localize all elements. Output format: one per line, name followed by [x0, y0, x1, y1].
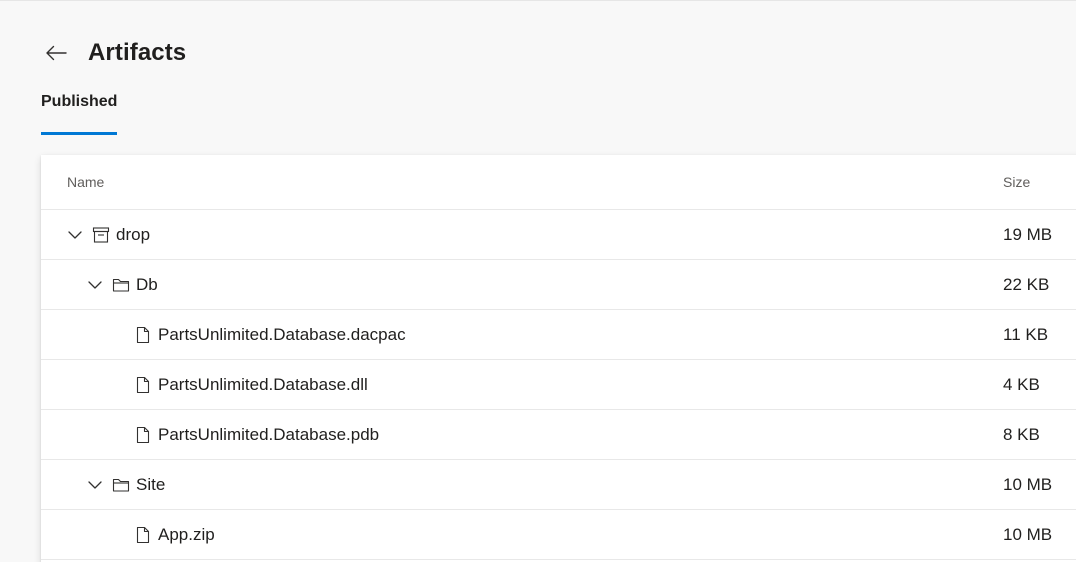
artifacts-page: Artifacts Published Name Size drop 19 MB… [0, 0, 1076, 562]
row-name-cell: PartsUnlimited.Database.dacpac [133, 310, 406, 360]
row-name: Site [136, 475, 166, 494]
row-size: 10 MB [1003, 525, 1053, 544]
table-header: Name Size [41, 155, 1076, 210]
row-name: App.zip [158, 525, 215, 544]
back-button[interactable] [40, 37, 72, 69]
row-name-cell: Db [85, 260, 158, 310]
row-name: PartsUnlimited.Database.dll [158, 375, 368, 394]
chevron-down-icon[interactable] [65, 225, 85, 245]
file-icon [133, 525, 153, 545]
tab-published[interactable]: Published [41, 91, 118, 135]
tab-bar: Published [41, 91, 118, 135]
table-row[interactable]: App.zip 10 MB [41, 510, 1076, 560]
page-title: Artifacts [88, 39, 187, 66]
column-header-name[interactable]: Name [67, 174, 104, 190]
file-icon [133, 325, 153, 345]
row-size: 22 KB [1003, 275, 1050, 294]
table-row[interactable]: drop 19 MB [41, 210, 1076, 260]
row-name-cell: PartsUnlimited.Database.pdb [133, 410, 379, 460]
row-name: drop [116, 225, 151, 244]
chevron-down-icon[interactable] [85, 275, 105, 295]
table-row[interactable]: PartsUnlimited.Database.pdb 8 KB [41, 410, 1076, 460]
row-name-cell: PartsUnlimited.Database.dll [133, 360, 368, 410]
row-name-cell: App.zip [133, 510, 215, 560]
file-icon [133, 375, 153, 395]
table-row[interactable]: Site 10 MB [41, 460, 1076, 510]
page-header: Artifacts [40, 37, 186, 69]
column-header-size[interactable]: Size [1003, 174, 1030, 190]
folder-icon [111, 475, 131, 495]
row-size: 10 MB [1003, 475, 1053, 494]
table-row[interactable]: PartsUnlimited.Database.dacpac 11 KB [41, 310, 1076, 360]
row-name: PartsUnlimited.Database.pdb [158, 425, 380, 444]
file-icon [133, 425, 153, 445]
row-name-cell: Site [85, 460, 165, 510]
row-size: 11 KB [1003, 325, 1049, 344]
row-name-cell: drop [65, 210, 150, 260]
row-size: 19 MB [1003, 225, 1053, 244]
artifacts-table: Name Size drop 19 MB Db 22 KB PartsUnlim… [41, 155, 1076, 562]
folder-icon [111, 275, 131, 295]
row-size: 8 KB [1003, 425, 1040, 444]
artifact-box-icon [91, 225, 111, 245]
chevron-down-icon[interactable] [85, 475, 105, 495]
row-name: Db [136, 275, 158, 294]
table-row[interactable]: Db 22 KB [41, 260, 1076, 310]
row-size: 4 KB [1003, 375, 1040, 394]
row-name: PartsUnlimited.Database.dacpac [158, 325, 406, 344]
arrow-left-icon [46, 45, 67, 61]
table-row[interactable]: PartsUnlimited.Database.dll 4 KB [41, 360, 1076, 410]
